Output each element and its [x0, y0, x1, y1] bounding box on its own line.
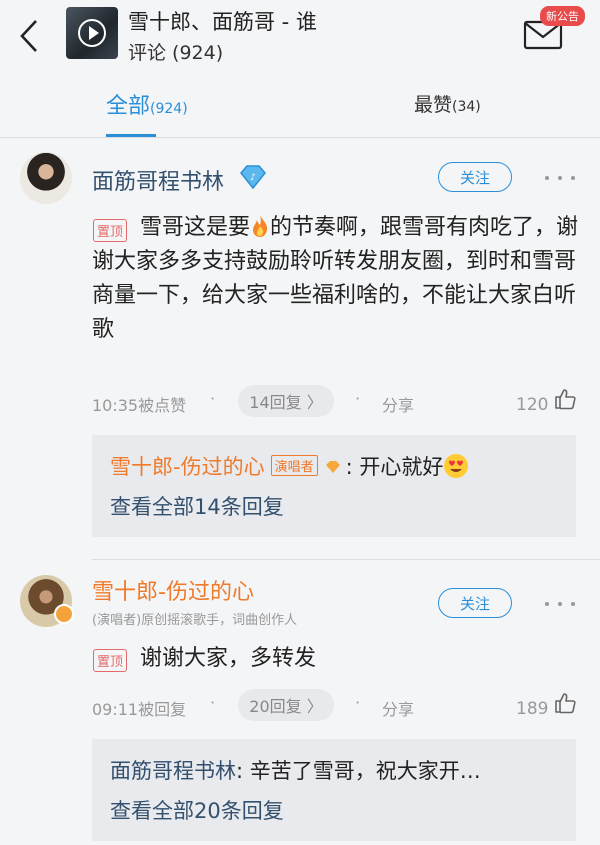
- avatar[interactable]: [20, 152, 72, 204]
- separator-dot: ·: [210, 389, 216, 408]
- comment-username[interactable]: 雪十郎-伤过的心: [92, 574, 254, 606]
- share-button[interactable]: 分享: [382, 696, 414, 720]
- play-icon: [78, 19, 106, 47]
- notice-badge: 新公告: [540, 6, 585, 26]
- follow-button[interactable]: 关注: [438, 588, 512, 618]
- comments-page: 雪十郎、面筋哥 - 谁 评论 (924) 新公告 全部(924) 最赞(34) …: [0, 0, 600, 845]
- follow-button[interactable]: 关注: [438, 162, 512, 192]
- reply-preview[interactable]: 雪十郎-伤过的心 演唱者 : 开心就好 查看全部14条回复: [92, 435, 576, 537]
- reply-username[interactable]: 雪十郎-伤过的心: [110, 455, 265, 479]
- tab-all-label: 全部: [106, 94, 151, 119]
- chevron-left-icon: [20, 20, 37, 52]
- separator-dot: ·: [355, 389, 361, 408]
- like-count: 120: [516, 395, 549, 415]
- tab-hot-label: 最赞: [414, 94, 453, 116]
- heart-eyes-emoji-icon: [444, 454, 469, 478]
- vip-diamond-icon: ♪: [240, 165, 266, 190]
- tab-bar: 全部(924) 最赞(34): [0, 70, 600, 138]
- reply-line: 面筋哥程书林: 辛苦了雪哥，祝大家开…: [110, 755, 481, 785]
- share-button[interactable]: 分享: [382, 392, 414, 416]
- replies-button[interactable]: 14回复 〉: [238, 385, 334, 417]
- thumbs-up-icon[interactable]: [554, 388, 576, 410]
- more-options-icon[interactable]: [545, 168, 575, 188]
- reply-line: 雪十郎-伤过的心 演唱者 : 开心就好: [110, 451, 469, 481]
- comment-count-title: 评论 (924): [128, 42, 224, 64]
- reply-preview[interactable]: 面筋哥程书林: 辛苦了雪哥，祝大家开… 查看全部20条回复: [92, 739, 576, 841]
- divider: [92, 559, 600, 560]
- comment-text: 谢谢大家，多转发: [140, 646, 317, 671]
- like-count: 189: [516, 699, 549, 719]
- user-description: (演唱者)原创摇滚歌手，词曲创作人: [92, 613, 298, 628]
- reply-text: : 辛苦了雪哥，祝大家开…: [236, 759, 481, 783]
- replies-button[interactable]: 20回复 〉: [238, 689, 334, 721]
- tab-active-indicator: [106, 134, 156, 137]
- comment-username[interactable]: 面筋哥程书林: [92, 164, 224, 196]
- singer-badge-icon: [54, 604, 74, 624]
- separator-dot: ·: [210, 693, 216, 712]
- view-all-replies-link[interactable]: 查看全部14条回复: [110, 491, 284, 521]
- reply-username[interactable]: 面筋哥程书林: [110, 759, 236, 783]
- view-all-replies-link[interactable]: 查看全部20条回复: [110, 795, 284, 825]
- thumbs-up-icon[interactable]: [554, 692, 576, 714]
- tab-hot[interactable]: 最赞(34): [414, 90, 481, 117]
- comment-text: 雪哥这是要 的节奏啊，跟雪哥有肉吃了，谢谢大家多多支持鼓励聆听转发朋友圈，到时和雪…: [92, 215, 579, 342]
- song-title: 雪十郎、面筋哥 - 谁: [128, 10, 317, 34]
- tab-hot-count: (34): [452, 99, 481, 115]
- header: 雪十郎、面筋哥 - 谁 评论 (924) 新公告: [0, 0, 600, 70]
- comment-time: 09:11被回复: [92, 700, 187, 719]
- reply-text: : 开心就好: [345, 455, 444, 479]
- more-options-icon[interactable]: [545, 594, 575, 614]
- tab-all-count: (924): [150, 101, 188, 117]
- back-button[interactable]: [14, 16, 44, 56]
- tab-all[interactable]: 全部(924): [106, 88, 188, 120]
- album-cover[interactable]: [66, 7, 118, 59]
- separator-dot: ·: [355, 693, 361, 712]
- diamond-badge-icon: [325, 461, 340, 473]
- svg-text:♪: ♪: [250, 173, 256, 183]
- singer-tag: 演唱者: [270, 455, 318, 476]
- fire-emoji-icon: [253, 215, 268, 237]
- comment-time: 10:35被点赞: [92, 396, 187, 415]
